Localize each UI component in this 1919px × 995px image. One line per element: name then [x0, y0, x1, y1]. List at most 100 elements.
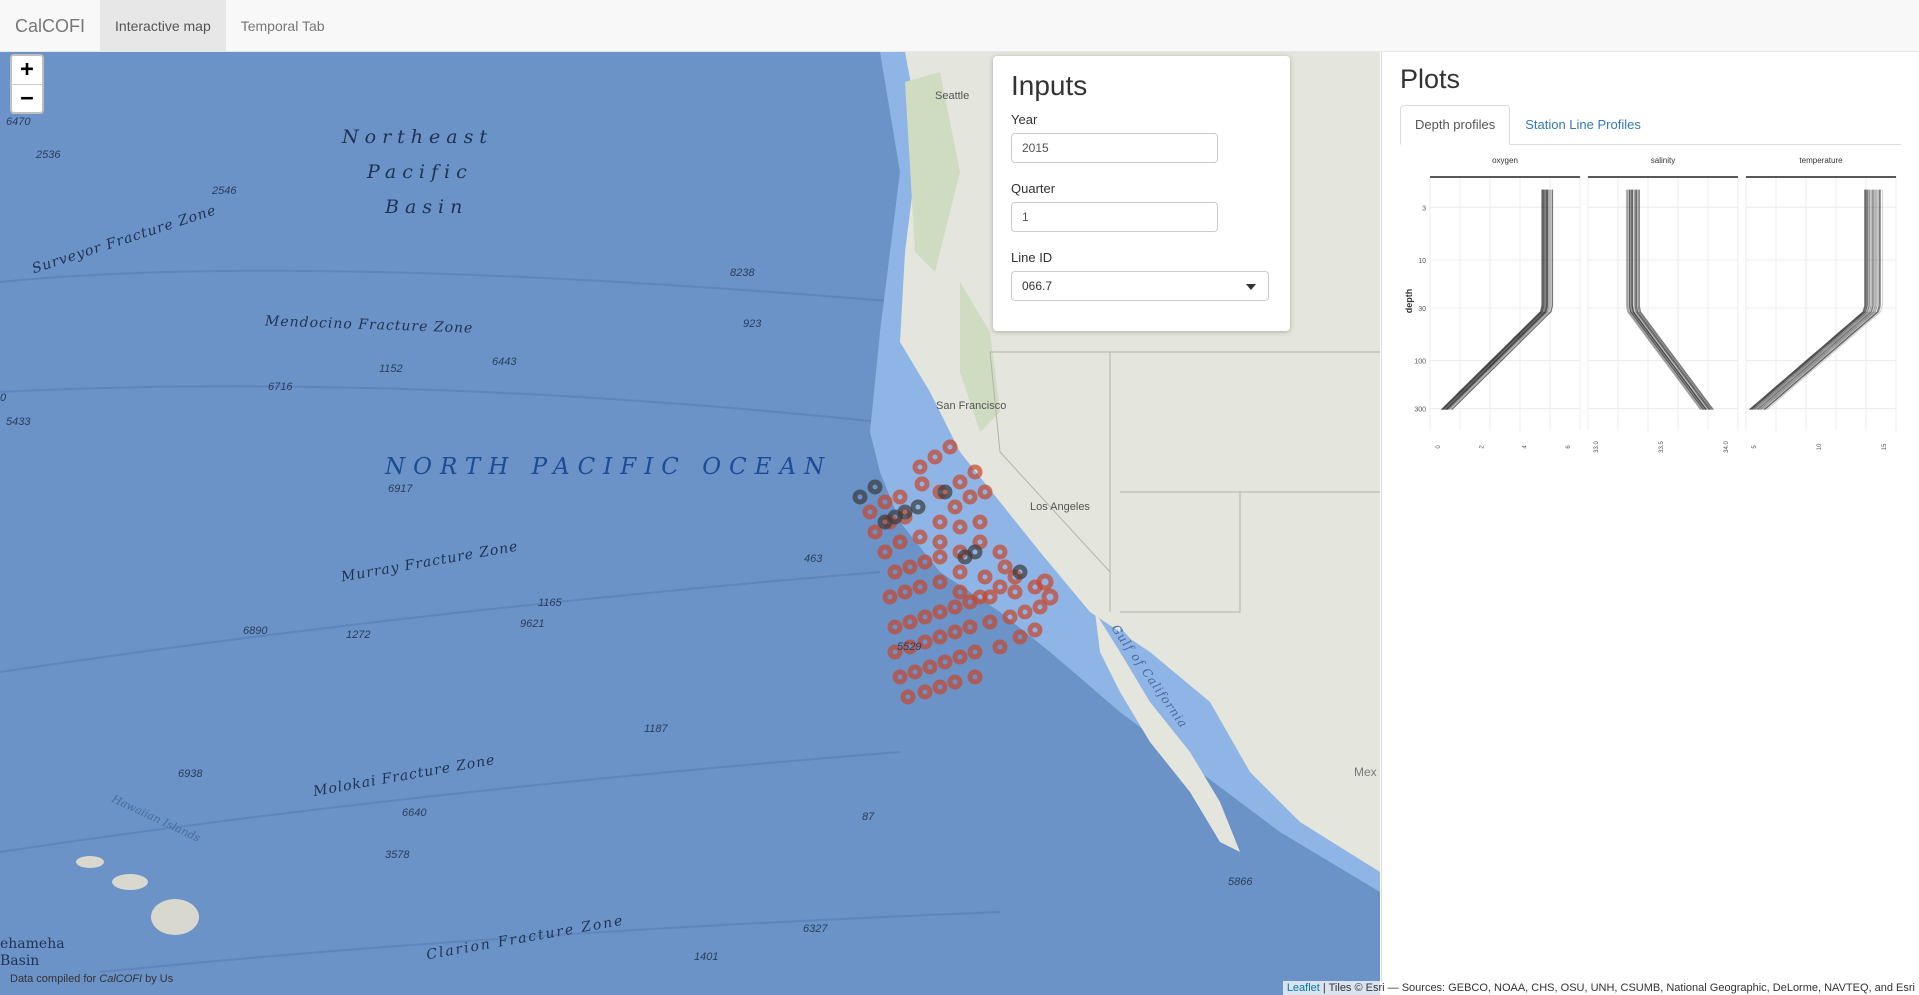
x-tick-label: 6: [1566, 445, 1572, 449]
brand-title[interactable]: CalCOFI: [0, 0, 100, 51]
profile-line: [1750, 189, 1867, 410]
panel-title: temperature: [1799, 156, 1843, 165]
quarter-input[interactable]: 1: [1011, 202, 1218, 232]
profile-line: [1631, 189, 1707, 410]
profile-line: [1757, 189, 1874, 410]
zoom-out-button[interactable]: −: [12, 84, 42, 112]
profile-line: [1631, 189, 1707, 410]
depth-label: 3578: [385, 849, 410, 861]
panel-title: salinity: [1651, 156, 1675, 165]
y-axis-label: depth: [1404, 289, 1414, 314]
depth-label: 6640: [402, 807, 427, 819]
profile-line: [1443, 189, 1545, 410]
city-label-seattle: Seattle: [935, 90, 970, 102]
y-tick-label: 30: [1418, 306, 1426, 313]
profile-line: [1634, 189, 1710, 410]
profile-line: [1451, 189, 1554, 410]
profile-line: [1760, 189, 1877, 410]
zoom-control: + −: [10, 54, 44, 114]
plots-panel: Plots Depth profiles Station Line Profil…: [1381, 52, 1919, 995]
profile-line: [1451, 189, 1554, 410]
line-id-select[interactable]: 066.7: [1011, 271, 1269, 301]
depth-label: 463: [804, 553, 823, 565]
chevron-down-icon: [1246, 284, 1256, 290]
line-id-value: 066.7: [1022, 279, 1053, 293]
profile-line: [1760, 189, 1877, 410]
profile-line: [1441, 189, 1543, 410]
year-input[interactable]: 2015: [1011, 133, 1218, 163]
country-label-mexico: Mex: [1354, 765, 1377, 779]
depth-label: 5433: [6, 416, 31, 428]
tab-temporal[interactable]: Temporal Tab: [226, 0, 340, 51]
tab-interactive-map[interactable]: Interactive map: [100, 0, 226, 51]
profile-line: [1629, 189, 1705, 410]
profile-line: [1759, 189, 1876, 410]
profile-line: [1637, 189, 1713, 410]
profile-line: [1753, 189, 1870, 410]
profile-line: [1451, 189, 1553, 410]
inputs-panel: Inputs Year 2015 Quarter 1 Line ID 066.7: [993, 56, 1290, 331]
profile-line: [1441, 189, 1543, 410]
profile-line: [1756, 189, 1873, 410]
profile-line: [1749, 189, 1866, 410]
profile-line: [1628, 189, 1704, 410]
profile-line: [1441, 189, 1543, 410]
map-label-basin-line1: Northeast: [342, 126, 493, 148]
profile-line: [1442, 189, 1544, 410]
map-attribution: Leaflet | Tiles © Esri — Sources: GEBCO,…: [1282, 981, 1919, 995]
depth-label: 6443: [492, 356, 517, 368]
profile-line: [1630, 189, 1705, 410]
line-id-label: Line ID: [1011, 250, 1053, 265]
profile-line: [1631, 189, 1707, 410]
profile-line: [1751, 189, 1868, 410]
inputs-title: Inputs: [1011, 70, 1088, 101]
profile-line: [1751, 189, 1868, 410]
x-tick-label: 2: [1479, 445, 1485, 449]
profile-line: [1749, 189, 1866, 410]
profile-line: [1635, 189, 1711, 410]
profile-line: [1447, 189, 1549, 410]
depth-label: 6716: [268, 381, 293, 393]
profile-line: [1764, 189, 1881, 410]
profile-line: [1759, 189, 1876, 410]
x-tick-label: 5: [1752, 445, 1758, 449]
profile-line: [1764, 189, 1881, 410]
profile-line: [1446, 189, 1549, 410]
profile-line: [1750, 189, 1867, 410]
tab-station-line-profiles[interactable]: Station Line Profiles: [1510, 105, 1656, 144]
profile-line: [1629, 189, 1705, 410]
profile-line: [1442, 189, 1545, 410]
profile-line: [1751, 189, 1868, 410]
leaflet-link[interactable]: Leaflet: [1287, 982, 1320, 994]
profile-line: [1765, 189, 1882, 410]
x-tick-label: 10: [1817, 443, 1823, 450]
depth-label: 6470: [6, 116, 31, 128]
zoom-in-button[interactable]: +: [12, 56, 42, 84]
profile-line: [1635, 189, 1710, 410]
profile-line: [1630, 189, 1705, 410]
tab-depth-profiles[interactable]: Depth profiles: [1400, 105, 1511, 145]
map-label-basin-line3: Basin: [385, 196, 469, 218]
profile-line: [1757, 189, 1874, 410]
depth-label: 0: [0, 392, 7, 404]
profile-line: [1755, 189, 1872, 410]
profile-line: [1749, 189, 1866, 410]
plots-title: Plots: [1400, 64, 1461, 94]
profile-line: [1443, 189, 1545, 410]
y-tick-label: 3: [1422, 205, 1426, 212]
depth-profile-chart: depth 3 10 30 100 300 oxygen 0 2 4 6 salinity 33.0 33…: [1400, 151, 1900, 501]
profile-line: [1629, 189, 1705, 410]
profile-line: [1632, 189, 1708, 410]
depth-label: 1165: [538, 597, 562, 609]
depth-label: 9621: [520, 618, 545, 630]
profile-line: [1631, 189, 1706, 410]
profile-line: [1757, 189, 1874, 410]
x-tick-label: 33.0: [1594, 441, 1600, 453]
depth-label: 6327: [803, 923, 828, 935]
profile-line: [1448, 189, 1550, 410]
depth-label: 923: [743, 318, 762, 330]
profile-line: [1763, 189, 1880, 410]
depth-label: 6917: [388, 483, 413, 495]
depth-label: 6938: [178, 768, 203, 780]
profile-line: [1628, 189, 1704, 410]
